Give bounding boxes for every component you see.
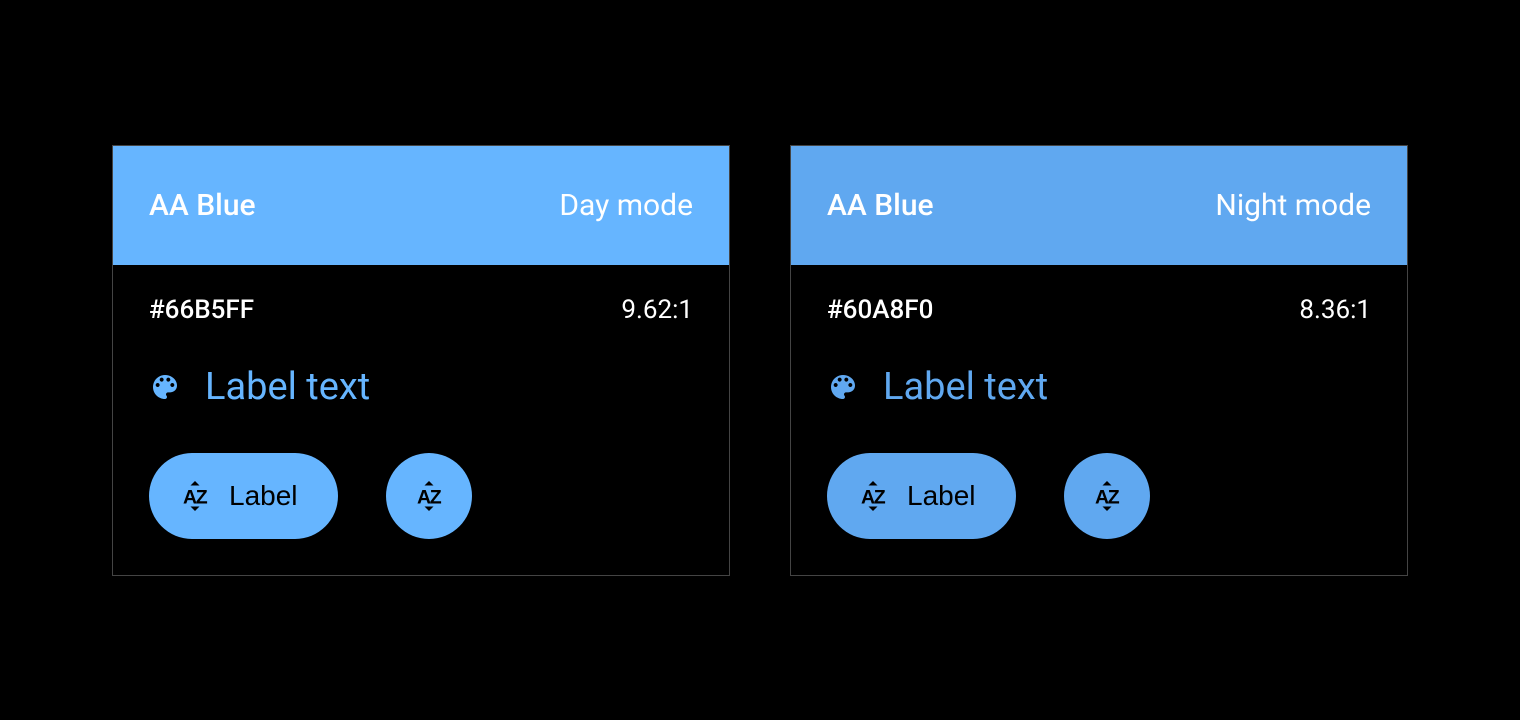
palette-icon [149, 371, 181, 403]
sort-az-icon: A Z [1089, 478, 1125, 514]
info-row: #66B5FF 9.62:1 [149, 295, 693, 325]
hex-value: #66B5FF [149, 295, 254, 325]
info-row: #60A8F0 8.36:1 [827, 295, 1371, 325]
palette-icon [827, 371, 859, 403]
sort-icon-button[interactable]: A Z [1064, 453, 1150, 539]
sort-icon-button[interactable]: A Z [386, 453, 472, 539]
sort-label-button[interactable]: A Z Label [827, 453, 1016, 539]
button-row: A Z Label A Z [149, 453, 693, 539]
color-name: AA Blue [827, 188, 934, 223]
contrast-ratio: 8.36:1 [1299, 295, 1371, 325]
label-row: Label text [149, 365, 693, 409]
svg-text:Z: Z [196, 486, 208, 508]
label-text: Label text [883, 365, 1048, 409]
button-row: A Z Label A Z [827, 453, 1371, 539]
mode-label: Night mode [1215, 188, 1371, 223]
card-header: AA Blue Night mode [791, 146, 1407, 265]
svg-text:Z: Z [429, 486, 441, 508]
button-label: Label [229, 480, 298, 512]
color-card-day: AA Blue Day mode #66B5FF 9.62:1 Label te… [112, 145, 730, 576]
svg-text:Z: Z [1107, 486, 1119, 508]
label-row: Label text [827, 365, 1371, 409]
button-label: Label [907, 480, 976, 512]
color-card-night: AA Blue Night mode #60A8F0 8.36:1 Label … [790, 145, 1408, 576]
color-name: AA Blue [149, 188, 256, 223]
svg-text:Z: Z [874, 486, 886, 508]
card-body: #60A8F0 8.36:1 Label text A Z Label [791, 265, 1407, 575]
card-body: #66B5FF 9.62:1 Label text A Z Label [113, 265, 729, 575]
contrast-ratio: 9.62:1 [621, 295, 693, 325]
sort-az-icon: A Z [855, 478, 891, 514]
hex-value: #60A8F0 [827, 295, 933, 325]
mode-label: Day mode [559, 188, 693, 223]
sort-az-icon: A Z [177, 478, 213, 514]
sort-az-icon: A Z [411, 478, 447, 514]
card-header: AA Blue Day mode [113, 146, 729, 265]
sort-label-button[interactable]: A Z Label [149, 453, 338, 539]
label-text: Label text [205, 365, 370, 409]
